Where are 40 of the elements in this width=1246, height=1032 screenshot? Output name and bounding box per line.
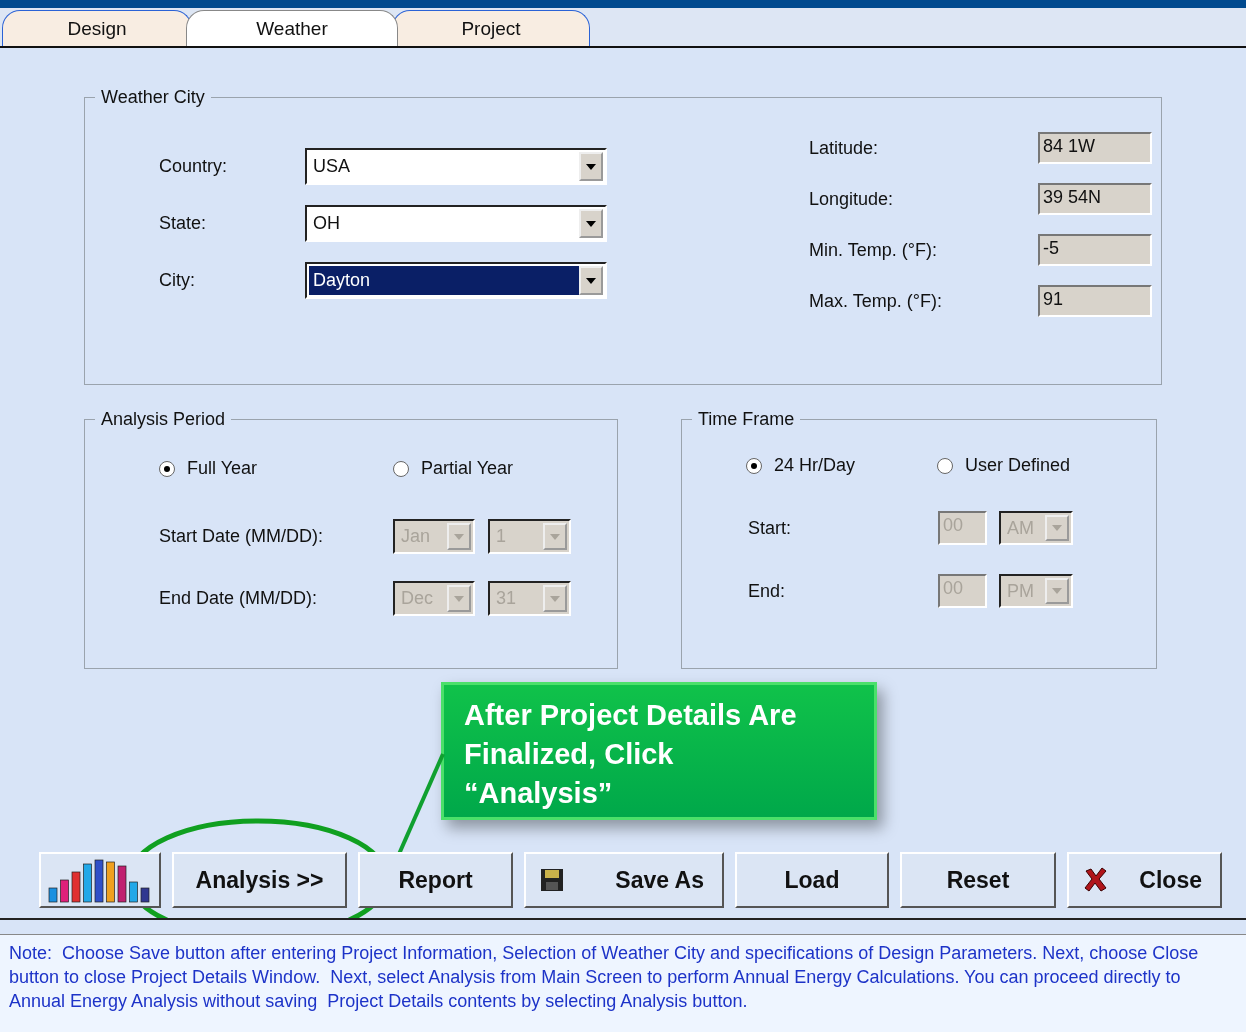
readonly-field: 91: [1038, 285, 1152, 317]
action-button[interactable]: Reset: [900, 852, 1056, 908]
action-button[interactable]: Load: [735, 852, 889, 908]
field-label: End Date (MM/DD):: [159, 588, 319, 609]
save-as-button[interactable]: Save As: [524, 852, 724, 908]
radio-icon[interactable]: [159, 460, 175, 477]
radio-option[interactable]: Partial Year: [393, 458, 593, 479]
field-label: Latitude:: [809, 137, 880, 159]
action-button[interactable]: Analysis >>: [172, 852, 347, 908]
dropdown[interactable]: Dayton: [305, 262, 607, 299]
radio-option[interactable]: User Defined: [937, 455, 1137, 476]
field-label: End:: [747, 580, 787, 602]
group-title: Time Frame: [697, 409, 796, 430]
chart-button[interactable]: [39, 852, 161, 908]
dropdown[interactable]: OH: [305, 205, 607, 242]
note-text: Note: Choose Save button after entering Project Information, Selection of Weather City and specifications of Design Parameters. Next, choose Close button to close Project Details Window. Next, select Analysis from Main Screen to perform Annual Energy Calculations. You can proceed directly to Annual Energy Analysis without saving Project Details contents by selecting Analysis button.: [0, 934, 1246, 1032]
x-mark-icon: [1083, 867, 1109, 893]
field-label: Max. Temp. (°F):: [809, 290, 943, 312]
readonly-field: 84 1W: [1038, 132, 1152, 164]
tab[interactable]: Weather: [186, 10, 398, 46]
radio-icon[interactable]: [937, 457, 953, 474]
radio-option[interactable]: 24 Hr/Day: [746, 455, 936, 476]
close-button[interactable]: Close: [1067, 852, 1222, 908]
field-label: Start Date (MM/DD):: [159, 526, 324, 547]
field-label: Country:: [159, 156, 229, 177]
callout-box: After Project Details Are Finalized, Click “Analysis”: [441, 682, 877, 820]
group-title: Analysis Period: [100, 409, 227, 430]
field-label: Start:: [747, 517, 792, 539]
readonly-field: -5: [1038, 234, 1152, 266]
group-title: Weather City: [100, 87, 206, 108]
radio-option[interactable]: Full Year: [159, 458, 393, 479]
dropdown[interactable]: USA: [305, 148, 607, 185]
radio-icon[interactable]: [746, 457, 762, 474]
field-label: Longitude:: [809, 188, 895, 210]
readonly-field: 39 54N: [1038, 183, 1152, 215]
radio-icon[interactable]: [393, 460, 409, 477]
field-label: State:: [159, 213, 208, 234]
action-button[interactable]: Report: [358, 852, 513, 908]
field-label: City:: [159, 270, 196, 291]
field-label: Min. Temp. (°F):: [809, 239, 938, 261]
